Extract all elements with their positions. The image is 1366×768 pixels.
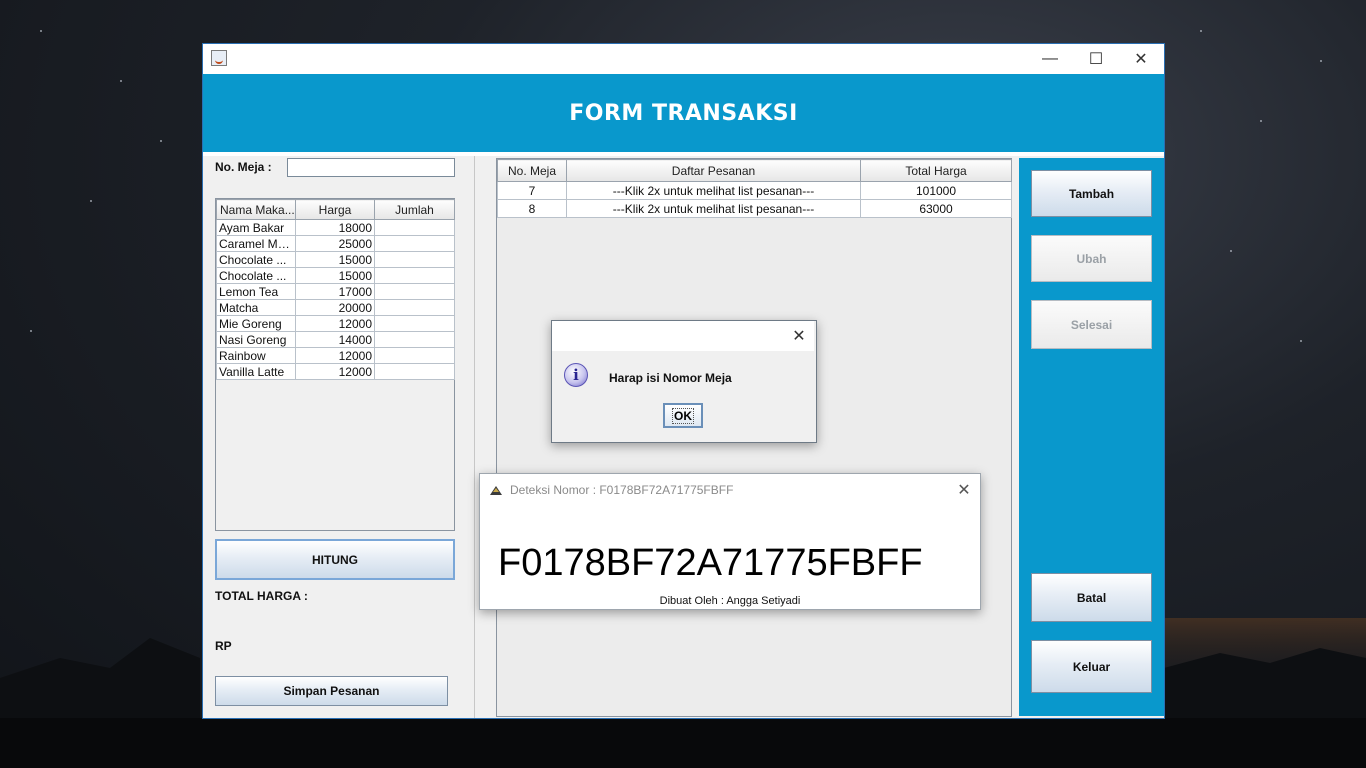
menu-price: 25000 — [295, 235, 375, 252]
column-header-daftar-pesanan[interactable]: Daftar Pesanan — [566, 159, 861, 182]
menu-table: Nama Maka... Harga Jumlah Ayam Bakar 1800… — [215, 198, 455, 531]
table-row[interactable]: Caramel Ma... 25000 — [216, 235, 455, 252]
menu-price: 12000 — [295, 347, 375, 364]
close-button[interactable]: ✕ — [1118, 44, 1164, 74]
menu-name: Chocolate ... — [216, 267, 296, 284]
device-code: F0178BF72A71775FBFF — [498, 542, 923, 584]
menu-price: 15000 — [295, 251, 375, 268]
menu-name: Ayam Bakar — [216, 219, 296, 236]
rp-label: RP — [215, 639, 232, 653]
column-header-total-harga[interactable]: Total Harga — [860, 159, 1012, 182]
detector-window: Deteksi Nomor : F0178BF72A71775FBFF ✕ F0… — [479, 473, 981, 610]
title-bar: — ☐ ✕ — [203, 44, 1164, 74]
menu-price: 15000 — [295, 267, 375, 284]
info-icon: i — [564, 363, 588, 387]
table-row[interactable]: Ayam Bakar 18000 — [216, 219, 455, 236]
dialog-title-bar: ✕ — [552, 321, 814, 351]
page-title: FORM TRANSAKSI — [569, 101, 798, 126]
menu-price: 18000 — [295, 219, 375, 236]
menu-name: Matcha — [216, 299, 296, 316]
order-list-link[interactable]: ---Klik 2x untuk melihat list pesanan--- — [566, 199, 861, 218]
table-row[interactable]: 8 ---Klik 2x untuk melihat list pesanan-… — [497, 199, 1012, 218]
column-header-harga[interactable]: Harga — [295, 199, 375, 220]
menu-qty-cell[interactable] — [374, 283, 455, 300]
header-divider — [203, 152, 1164, 156]
meja-label: No. Meja : — [215, 160, 272, 174]
detector-close-button[interactable]: ✕ — [952, 479, 976, 501]
menu-qty-cell[interactable] — [374, 347, 455, 364]
order-total: 101000 — [860, 181, 1012, 200]
dialog-message: Harap isi Nomor Meja — [609, 371, 732, 385]
column-header-nama[interactable]: Nama Maka... — [216, 199, 296, 220]
hitung-button[interactable]: HITUNG — [215, 539, 455, 580]
order-list-link[interactable]: ---Klik 2x untuk melihat list pesanan--- — [566, 181, 861, 200]
panel-divider — [474, 156, 475, 718]
order-table-no: 7 — [497, 181, 567, 200]
minimize-button[interactable]: — — [1027, 44, 1073, 74]
menu-qty-cell[interactable] — [374, 363, 455, 380]
menu-qty-cell[interactable] — [374, 251, 455, 268]
table-row[interactable]: Nasi Goreng 14000 — [216, 331, 455, 348]
meja-input[interactable] — [287, 158, 455, 177]
menu-name: Vanilla Latte — [216, 363, 296, 380]
ok-button-label: OK — [672, 407, 694, 424]
menu-price: 14000 — [295, 331, 375, 348]
total-harga-label: TOTAL HARGA : — [215, 589, 308, 603]
menu-name: Lemon Tea — [216, 283, 296, 300]
menu-name: Chocolate ... — [216, 251, 296, 268]
table-row[interactable]: 7 ---Klik 2x untuk melihat list pesanan-… — [497, 181, 1012, 200]
ok-button[interactable]: OK — [663, 403, 703, 428]
action-panel: Tambah Ubah Selesai Batal Keluar — [1019, 158, 1164, 716]
menu-qty-cell[interactable] — [374, 299, 455, 316]
menu-qty-cell[interactable] — [374, 219, 455, 236]
menu-name: Caramel Ma... — [216, 235, 296, 252]
table-row[interactable]: Chocolate ... 15000 — [216, 267, 455, 284]
header-banner: FORM TRANSAKSI — [203, 74, 1164, 152]
table-row[interactable]: Vanilla Latte 12000 — [216, 363, 455, 380]
menu-name: Mie Goreng — [216, 315, 296, 332]
menu-name: Rainbow — [216, 347, 296, 364]
table-row[interactable]: Matcha 20000 — [216, 299, 455, 316]
menu-qty-cell[interactable] — [374, 267, 455, 284]
column-header-jumlah[interactable]: Jumlah — [374, 199, 455, 220]
menu-qty-cell[interactable] — [374, 315, 455, 332]
menu-price: 20000 — [295, 299, 375, 316]
order-total: 63000 — [860, 199, 1012, 218]
order-table-no: 8 — [497, 199, 567, 218]
simpan-pesanan-button[interactable]: Simpan Pesanan — [215, 676, 448, 706]
menu-price: 12000 — [295, 363, 375, 380]
tambah-button[interactable]: Tambah — [1031, 170, 1152, 217]
menu-price: 12000 — [295, 315, 375, 332]
java-app-icon — [211, 50, 227, 66]
selesai-button[interactable]: Selesai — [1031, 300, 1152, 349]
ubah-button[interactable]: Ubah — [1031, 235, 1152, 282]
maximize-button[interactable]: ☐ — [1073, 44, 1119, 74]
table-row[interactable]: Lemon Tea 17000 — [216, 283, 455, 300]
batal-button[interactable]: Batal — [1031, 573, 1152, 622]
menu-name: Nasi Goreng — [216, 331, 296, 348]
menu-qty-cell[interactable] — [374, 331, 455, 348]
table-row[interactable]: Chocolate ... 15000 — [216, 251, 455, 268]
table-row[interactable]: Rainbow 12000 — [216, 347, 455, 364]
dialog-close-button[interactable]: ✕ — [786, 325, 812, 347]
detector-title: Deteksi Nomor : F0178BF72A71775FBFF — [510, 483, 734, 497]
menu-price: 17000 — [295, 283, 375, 300]
keluar-button[interactable]: Keluar — [1031, 640, 1152, 693]
menu-qty-cell[interactable] — [374, 235, 455, 252]
column-header-no-meja[interactable]: No. Meja — [497, 159, 567, 182]
message-dialog: ✕ i Harap isi Nomor Meja OK — [551, 320, 817, 443]
credit-text: Dibuat Oleh : Angga Setiyadi — [659, 595, 801, 607]
table-row[interactable]: Mie Goreng 12000 — [216, 315, 455, 332]
app-logo-icon — [490, 486, 502, 495]
